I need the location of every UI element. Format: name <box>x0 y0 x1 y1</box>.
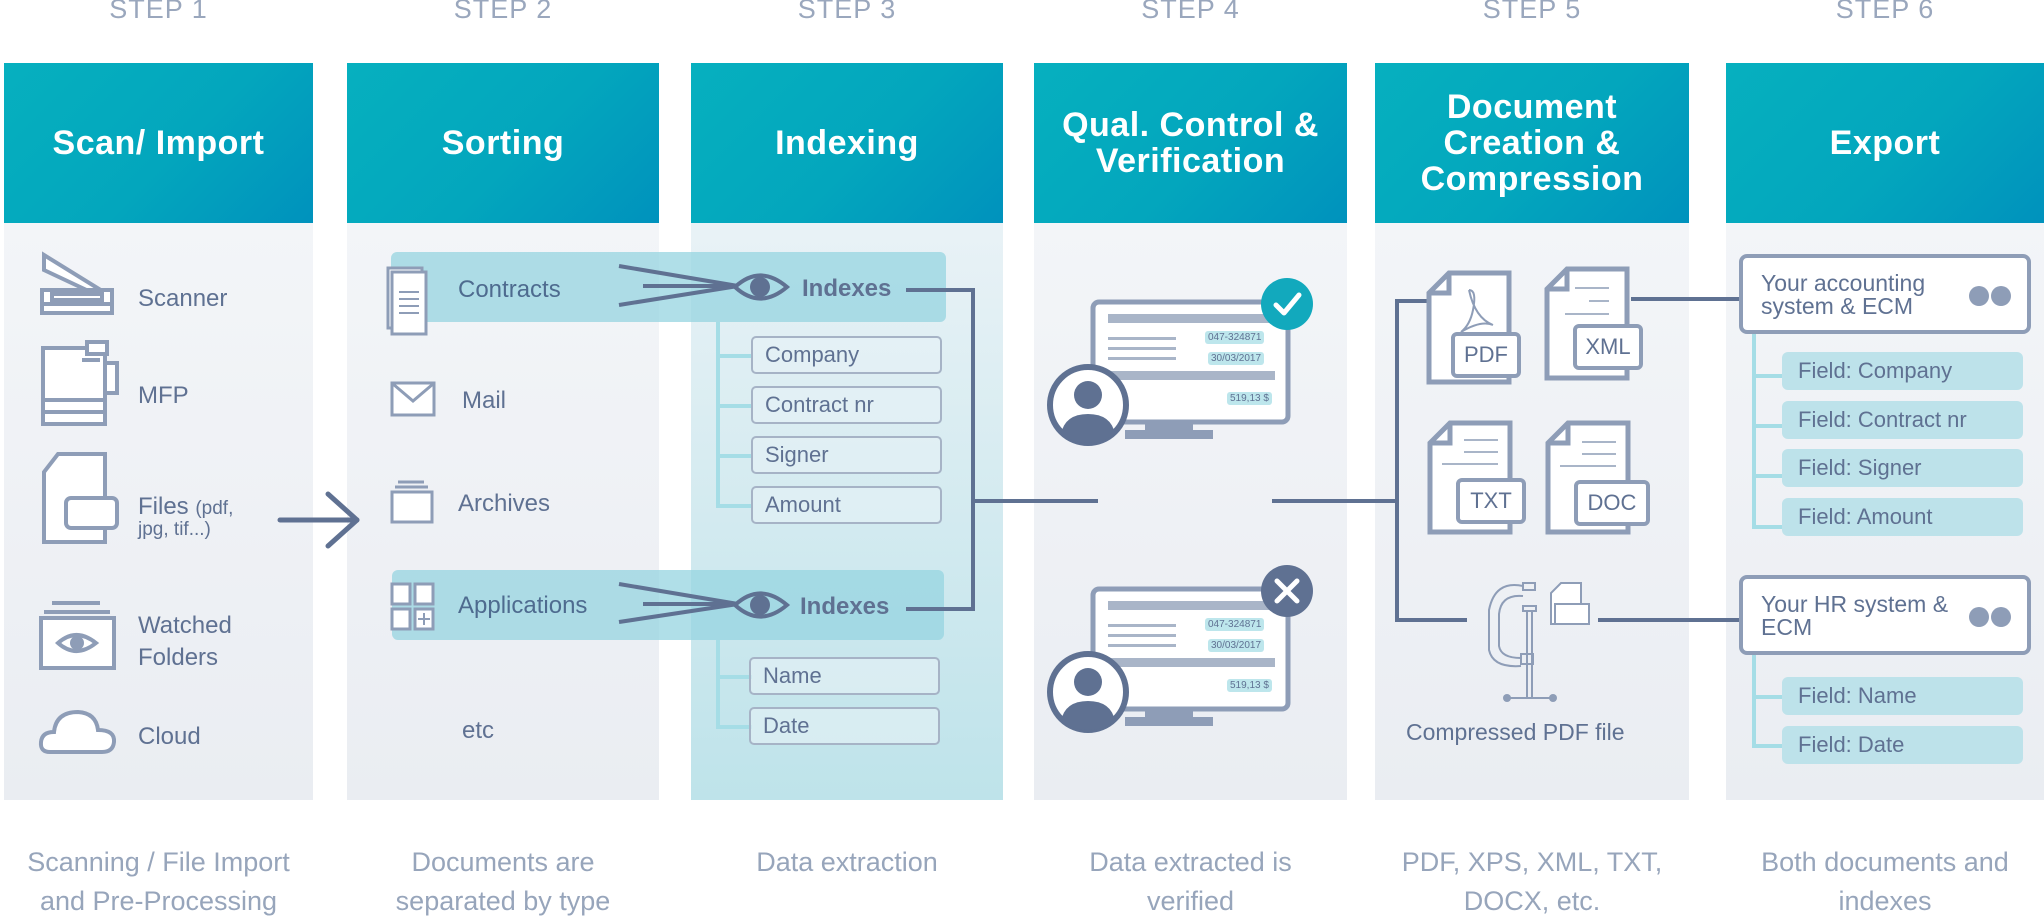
doc-number-tag: 047-324871 <box>1205 618 1265 631</box>
export-field-date: Field: Date <box>1782 726 2023 764</box>
cloud-icon <box>38 709 117 754</box>
caption-line: and Pre-Processing <box>39 886 278 916</box>
index-field-company: Company <box>751 336 942 374</box>
caption-line: separated by type <box>395 886 611 916</box>
doc-amount-tag: 519,13 $ <box>1227 392 1272 405</box>
connection-dots-icon <box>1969 286 2013 306</box>
step-5-caption: PDF, XPS, XML, TXT, DOCX, etc. <box>1375 843 1689 921</box>
step-4-caption: Data extracted is verified <box>1034 843 1347 921</box>
caption-line: Scanning / File Import <box>27 847 290 877</box>
sort-contracts: Contracts <box>458 276 561 303</box>
contracts-funnel-lines <box>618 264 739 307</box>
export-field-company: Field: Company <box>1782 352 2023 390</box>
applications-field-tree <box>716 640 752 729</box>
contracts-indexes-label: Indexes <box>802 275 892 302</box>
source-files-suffix: (pdf, <box>195 498 234 519</box>
apps-grid-icon <box>390 582 435 631</box>
clamp-compression-icon <box>1488 582 1590 702</box>
contracts-field-tree <box>716 322 752 508</box>
caption-line: Documents are <box>411 847 595 877</box>
index-field-contract-nr: Contract nr <box>751 386 942 424</box>
pdf-file-label: PDF <box>1451 332 1521 378</box>
index-field-signer: Signer <box>751 436 942 474</box>
export-field-trees <box>1752 333 1783 748</box>
export-field-name: Field: Name <box>1782 677 2023 715</box>
file-icon <box>42 452 119 544</box>
user-avatar-icon <box>1047 651 1129 733</box>
step-1-caption: Scanning / File Import and Pre-Processing <box>0 843 317 921</box>
envelope-icon <box>390 381 436 417</box>
source-files-line2: jpg, tif...) <box>138 519 211 540</box>
applications-funnel-lines <box>618 582 739 624</box>
xml-file-label: XML <box>1573 324 1643 370</box>
doc-file: DOC <box>1544 420 1650 540</box>
pdf-file: PDF <box>1425 270 1525 390</box>
sort-applications: Applications <box>458 592 588 619</box>
caption-line: Both documents and <box>1761 847 2009 877</box>
txt-file: TXT <box>1426 420 1526 540</box>
eye-icon <box>732 591 791 619</box>
source-scanner: Scanner <box>138 285 228 312</box>
export-system-hr: Your HR system & ECM <box>1739 575 2031 655</box>
doc-amount-tag: 519,13 $ <box>1227 679 1272 692</box>
xml-file: XML <box>1543 266 1643 386</box>
source-files-line1: Files <box>138 493 189 520</box>
x-icon <box>1261 565 1313 617</box>
export-field-contract-nr: Field: Contract nr <box>1782 401 2023 439</box>
export-field-amount: Field: Amount <box>1782 498 2023 536</box>
scanner-icon <box>40 251 114 315</box>
source-cloud: Cloud <box>138 723 201 750</box>
index-field-date: Date <box>749 707 940 745</box>
source-watched-line2: Folders <box>138 644 219 671</box>
check-icon <box>1261 278 1313 330</box>
user-avatar-icon <box>1047 364 1129 446</box>
source-mfp: MFP <box>138 382 189 409</box>
caption-line: Data extraction <box>756 847 938 877</box>
archive-box-icon <box>390 480 434 524</box>
source-watched-line1: Watched <box>138 612 232 639</box>
source-watched-folders: Watched Folders <box>138 610 232 674</box>
sort-etc: etc <box>462 717 495 744</box>
compressed-pdf-label: Compressed PDF file <box>1406 719 1625 745</box>
sort-archives: Archives <box>458 490 551 517</box>
doc-number-tag: 047-324871 <box>1205 331 1265 344</box>
watched-folder-icon <box>39 601 116 670</box>
caption-line: DOCX, etc. <box>1463 886 1601 916</box>
step-3-caption: Data extraction <box>691 843 1003 882</box>
connection-dots-icon <box>1969 607 2013 627</box>
verification-rejected: 047-324871 30/03/2017 519,13 $ <box>1045 557 1315 747</box>
index-field-name: Name <box>749 657 940 695</box>
export-field-signer: Field: Signer <box>1782 449 2023 487</box>
printer-icon <box>41 340 119 426</box>
caption-line: indexes <box>1838 886 1932 916</box>
caption-line: verified <box>1146 886 1235 916</box>
connector-lines <box>277 264 1783 748</box>
txt-file-label: TXT <box>1456 478 1526 524</box>
source-files: Files (pdf, jpg, tif...) <box>138 495 234 540</box>
verification-approved: 047-324871 30/03/2017 519,13 $ <box>1045 270 1315 460</box>
sort-mail: Mail <box>462 387 507 414</box>
index-field-amount: Amount <box>751 486 942 524</box>
export-system-accounting: Your accounting system & ECM <box>1739 254 2031 334</box>
applications-indexes-label: Indexes <box>800 593 890 620</box>
step-2-caption: Documents are separated by type <box>347 843 659 921</box>
doc-file-label: DOC <box>1574 480 1650 526</box>
step-6-caption: Both documents and indexes <box>1726 843 2044 921</box>
doc-date-tag: 30/03/2017 <box>1208 352 1265 365</box>
caption-line: Data extracted is <box>1089 847 1292 877</box>
caption-line: PDF, XPS, XML, TXT, <box>1401 847 1663 877</box>
documents-stack-icon <box>386 266 428 336</box>
eye-icon <box>732 273 791 301</box>
doc-date-tag: 30/03/2017 <box>1208 639 1265 652</box>
